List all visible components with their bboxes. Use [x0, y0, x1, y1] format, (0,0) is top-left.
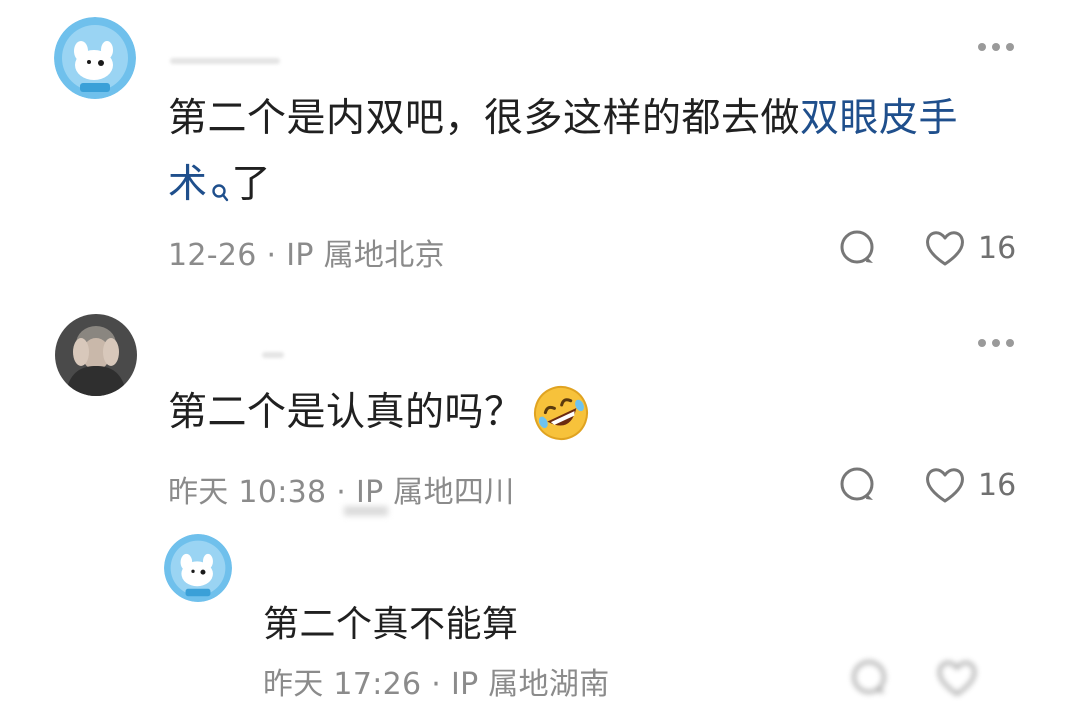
like-count: 16 [978, 230, 1017, 266]
dot-icon [1006, 339, 1014, 347]
reply-ip: IP 属地湖南 [450, 667, 610, 702]
blue-dog-avatar-icon [54, 17, 136, 99]
username-blurred[interactable] [170, 58, 280, 64]
reply-meta: 昨天 17:26 · IP 属地湖南 [263, 659, 610, 703]
like-button[interactable]: 16 [924, 228, 1016, 268]
heart-icon [926, 468, 964, 503]
keyword-link-cont[interactable]: 术 [168, 162, 208, 207]
meta-separator: · [431, 667, 442, 702]
rofl-emoji-icon [532, 384, 590, 442]
reply-button[interactable] [838, 465, 878, 509]
meta-separator: · [336, 475, 347, 510]
blue-dog-avatar-icon [164, 534, 232, 602]
reply-text: 第二个真不能算 [263, 604, 519, 645]
dot-icon [978, 43, 986, 51]
reply-button[interactable] [850, 658, 890, 702]
heart-icon [926, 231, 964, 266]
comment-text-body: 第二个是认真的吗？ [168, 390, 524, 435]
smudge-artifact [344, 506, 388, 516]
more-options-button[interactable] [978, 43, 1014, 51]
comment-ip: IP 属地四川 [355, 475, 515, 510]
comment-text: 第二个是内双吧，很多这样的都去做双眼皮手 术了 [168, 86, 958, 226]
keyword-link[interactable]: 双眼皮手 [800, 96, 958, 141]
dot-icon [1006, 43, 1014, 51]
comment-date: 12-26 [168, 238, 257, 273]
photo-avatar-icon [55, 314, 137, 396]
comment-meta: 12-26 · IP 属地北京 [168, 230, 445, 274]
reply-button[interactable] [838, 228, 878, 272]
comment-bubble-icon [840, 467, 874, 501]
reply-date: 昨天 17:26 [263, 667, 422, 702]
search-icon[interactable] [210, 160, 230, 226]
dot-icon [992, 339, 1000, 347]
like-count: 16 [978, 467, 1017, 503]
heart-icon [938, 661, 976, 696]
meta-separator: · [266, 238, 277, 273]
reply-avatar[interactable] [164, 534, 232, 602]
comment-ip: IP 属地北京 [286, 238, 445, 273]
comment-text: 第二个是认真的吗？ [168, 380, 590, 446]
comment-meta: 昨天 10:38 · IP 属地四川 [168, 467, 515, 511]
like-button[interactable] [936, 658, 978, 698]
comment-avatar[interactable] [55, 314, 137, 396]
comment-text-prefix: 第二个是内双吧，很多这样的都去做 [168, 96, 801, 141]
comment-text-suffix: 了 [231, 162, 272, 207]
comment-bubble-icon [852, 660, 886, 694]
dot-icon [978, 339, 986, 347]
comment-date: 昨天 10:38 [168, 475, 327, 510]
comment-bubble-icon [840, 230, 874, 264]
more-options-button[interactable] [978, 339, 1014, 347]
dot-icon [992, 43, 1000, 51]
comment-avatar[interactable] [54, 17, 136, 99]
like-button[interactable]: 16 [924, 465, 1016, 505]
username-blurred[interactable] [262, 352, 284, 358]
